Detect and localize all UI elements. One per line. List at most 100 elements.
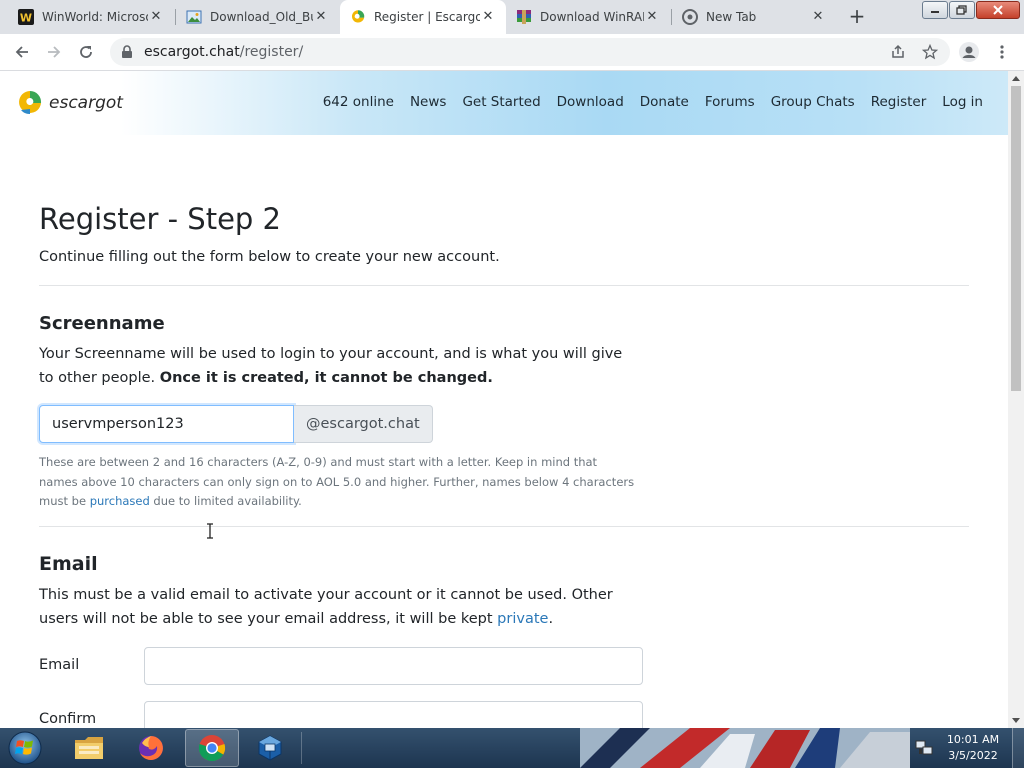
tab-winworld[interactable]: W WinWorld: Microso ✕: [8, 0, 174, 34]
nav-donate[interactable]: Donate: [640, 94, 689, 110]
email-label: Email: [39, 657, 80, 673]
screenname-domain-suffix: @escargot.chat: [294, 405, 433, 443]
minimize-icon: [931, 11, 939, 13]
taskbar-divider: [301, 732, 302, 764]
url-host: escargot.chat: [144, 44, 240, 60]
nav-online-count[interactable]: 642 online: [323, 94, 394, 110]
wallpaper-strip: [580, 728, 910, 768]
tab-title: New Tab: [706, 10, 757, 24]
screenname-heading: Screenname: [39, 313, 165, 334]
nav-forums[interactable]: Forums: [705, 94, 755, 110]
close-icon[interactable]: ✕: [644, 9, 660, 25]
confirm-email-input[interactable]: [144, 701, 643, 728]
taskbar-clock[interactable]: 10:01 AM 3/5/2022: [940, 732, 1006, 764]
private-link[interactable]: private: [497, 611, 548, 627]
windows-taskbar: 10:01 AM 3/5/2022: [0, 728, 1024, 768]
page-scrollbar[interactable]: [1008, 71, 1024, 728]
purchased-link[interactable]: purchased: [90, 494, 150, 508]
nav-group-chats[interactable]: Group Chats: [771, 94, 855, 110]
site-nav: 642 online News Get Started Download Don…: [323, 94, 983, 110]
screenname-input-group: @escargot.chat: [39, 405, 433, 443]
tab-title: WinWorld: Microso: [42, 10, 148, 24]
email-heading: Email: [39, 553, 98, 575]
page-subtitle: Continue filling out the form below to c…: [39, 249, 500, 265]
clock-date: 3/5/2022: [948, 749, 998, 762]
tab-title: Register | Escargot: [374, 10, 480, 24]
browser-tab-strip: W WinWorld: Microso ✕ Download_Old_Bu ✕ …: [0, 0, 1024, 34]
chrome-icon: [198, 735, 226, 762]
screenname-desc-bold: Once it is created, it cannot be changed…: [159, 370, 493, 386]
new-tab-plus-icon[interactable]: +: [845, 5, 869, 29]
winworld-w-icon: W: [18, 9, 34, 25]
forward-arrow-icon[interactable]: [44, 42, 64, 62]
nav-news[interactable]: News: [410, 94, 446, 110]
scroll-up-arrow-icon[interactable]: [1008, 71, 1024, 85]
nav-register[interactable]: Register: [871, 94, 927, 110]
address-bar[interactable]: escargot.chat/register/: [110, 38, 950, 66]
site-header: escargot 642 online News Get Started Dow…: [0, 71, 1008, 135]
screenname-help-text: These are between 2 and 16 characters (A…: [39, 453, 639, 512]
email-desc-end: .: [548, 611, 554, 627]
windows-start-icon: [8, 731, 42, 765]
tab-title: Download WinRAR: [540, 10, 644, 24]
tab-new-tab[interactable]: New Tab ✕: [672, 0, 836, 34]
email-description: This must be a valid email to activate y…: [39, 583, 639, 631]
network-icon[interactable]: [914, 738, 934, 758]
reload-icon[interactable]: [76, 42, 96, 62]
lock-icon[interactable]: [120, 45, 134, 59]
help-text-part: due to limited availability.: [149, 494, 302, 508]
tab-download-old-bu[interactable]: Download_Old_Bu ✕: [176, 0, 339, 34]
restore-icon: [956, 5, 967, 15]
scroll-down-arrow-icon[interactable]: [1008, 714, 1024, 728]
show-desktop-button[interactable]: [1012, 728, 1024, 768]
url-text[interactable]: escargot.chat/register/: [144, 44, 303, 60]
back-arrow-icon[interactable]: [12, 42, 32, 62]
confirm-email-label: Confirm: [39, 711, 97, 727]
restore-button[interactable]: [949, 1, 975, 19]
bookmark-star-icon[interactable]: [920, 42, 940, 62]
close-icon[interactable]: ✕: [480, 9, 496, 25]
close-icon[interactable]: ✕: [810, 9, 826, 25]
taskbar-chrome[interactable]: [185, 729, 239, 767]
start-button[interactable]: [4, 729, 46, 767]
taskbar-virtualbox[interactable]: [243, 729, 297, 767]
svg-text:W: W: [20, 12, 32, 25]
virtualbox-icon: [258, 735, 282, 761]
browser-toolbar: escargot.chat/register/: [0, 34, 1024, 71]
profile-avatar-icon[interactable]: [958, 41, 980, 63]
close-icon[interactable]: ✕: [148, 9, 164, 25]
scroll-thumb[interactable]: [1011, 86, 1021, 391]
url-path: /register/: [239, 44, 304, 60]
screenname-description: Your Screenname will be used to login to…: [39, 342, 639, 390]
logo-text: escargot: [49, 93, 123, 113]
page-title: Register - Step 2: [39, 202, 281, 236]
close-icon: [993, 5, 1003, 15]
minimize-button[interactable]: [922, 1, 948, 19]
escargot-logo-icon: [19, 90, 42, 115]
clock-time: 10:01 AM: [946, 733, 1000, 746]
divider: [39, 526, 969, 527]
menu-dots-icon[interactable]: [992, 42, 1012, 62]
screenname-input[interactable]: [39, 405, 294, 443]
chrome-icon: [682, 9, 698, 25]
text-cursor-icon: [207, 523, 213, 539]
image-file-icon: [186, 9, 202, 25]
escargot-icon: [350, 9, 366, 25]
winrar-icon: [516, 9, 532, 25]
tab-download-winrar[interactable]: Download WinRAR ✕: [506, 0, 670, 34]
tab-title: Download_Old_Bu: [210, 10, 313, 24]
nav-get-started[interactable]: Get Started: [462, 94, 540, 110]
firefox-icon: [139, 736, 163, 760]
close-icon[interactable]: ✕: [313, 9, 329, 25]
taskbar-explorer[interactable]: [62, 729, 116, 767]
nav-log-in[interactable]: Log in: [942, 94, 983, 110]
share-icon[interactable]: [888, 42, 908, 62]
taskbar-firefox[interactable]: [124, 729, 178, 767]
site-logo[interactable]: escargot: [18, 90, 123, 116]
email-input[interactable]: [144, 647, 643, 685]
divider: [39, 285, 969, 286]
page-viewport: escargot 642 online News Get Started Dow…: [0, 71, 1008, 728]
window-close-button[interactable]: [976, 1, 1020, 19]
nav-download[interactable]: Download: [557, 94, 624, 110]
tab-register-escargot[interactable]: Register | Escargot ✕: [340, 0, 506, 34]
